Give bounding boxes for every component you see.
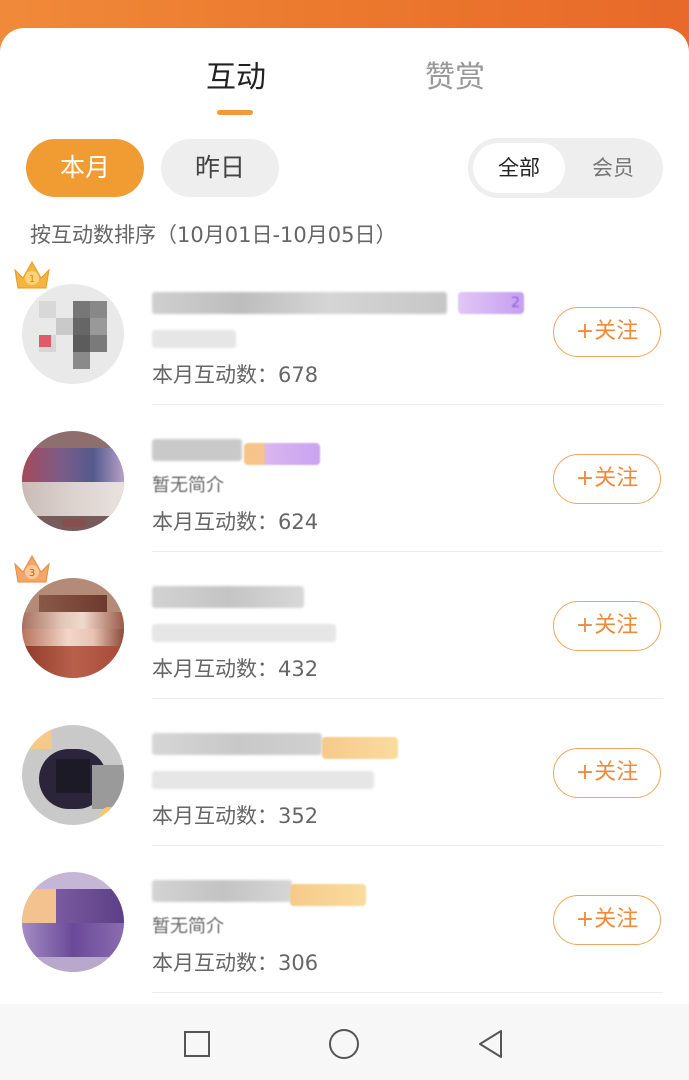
filter-all-button[interactable]: 全部 bbox=[473, 143, 565, 193]
avatar[interactable] bbox=[22, 284, 124, 384]
system-navigation-bar bbox=[0, 1004, 689, 1080]
list-item[interactable]: 1 2 本月互动数：678 +关注 bbox=[0, 258, 689, 405]
nickname-blurred bbox=[152, 439, 242, 461]
tab-interaction[interactable]: 互动 bbox=[206, 58, 266, 98]
interaction-count: 本月互动数：432 bbox=[152, 657, 319, 681]
tab-reward[interactable]: 赞赏 bbox=[425, 58, 485, 98]
interaction-count: 本月互动数：624 bbox=[152, 510, 319, 534]
intro-text: 暂无简介 bbox=[152, 475, 224, 496]
avatar[interactable] bbox=[22, 431, 124, 531]
level-badge bbox=[290, 884, 366, 906]
nickname-blurred bbox=[152, 292, 447, 314]
intro-text: 暂无简介 bbox=[152, 916, 224, 937]
avatar[interactable] bbox=[22, 872, 124, 972]
circle-icon[interactable] bbox=[328, 1028, 360, 1060]
follow-button[interactable]: +关注 bbox=[553, 748, 661, 798]
follow-button[interactable]: +关注 bbox=[553, 454, 661, 504]
level-badge-text: 2 bbox=[511, 295, 520, 311]
nickname-blurred bbox=[152, 586, 304, 608]
list-item[interactable]: 3 本月互动数：432 +关注 bbox=[0, 552, 689, 699]
follow-button[interactable]: +关注 bbox=[553, 895, 661, 945]
member-filter-segment: 全部 会员 bbox=[468, 138, 663, 198]
list-item[interactable]: 本月互动数：352 +关注 bbox=[0, 699, 689, 846]
filter-member-button[interactable]: 会员 bbox=[568, 143, 658, 193]
avatar[interactable] bbox=[22, 725, 124, 825]
rank-number: 3 bbox=[29, 568, 35, 579]
level-badge bbox=[322, 737, 398, 759]
tab-active-indicator bbox=[217, 110, 253, 115]
nickname-blurred bbox=[152, 733, 322, 755]
square-icon[interactable] bbox=[183, 1030, 211, 1058]
row-divider bbox=[152, 992, 663, 993]
interaction-count: 本月互动数：306 bbox=[152, 951, 319, 975]
sort-hint-text: 按互动数排序（10月01日-10月05日） bbox=[30, 223, 397, 247]
period-this-month-button[interactable]: 本月 bbox=[26, 139, 144, 197]
rank-crown-icon: 3 bbox=[14, 554, 50, 583]
list-item[interactable]: 暂无简介 本月互动数：306 +关注 bbox=[0, 846, 689, 993]
intro-blurred bbox=[152, 330, 236, 348]
list-item[interactable]: 暂无简介 本月互动数：624 +关注 bbox=[0, 405, 689, 552]
rank-crown-icon: 1 bbox=[14, 260, 50, 289]
interaction-count: 本月互动数：678 bbox=[152, 363, 319, 387]
level-badge: 2 bbox=[458, 292, 524, 314]
nickname-blurred bbox=[152, 880, 292, 902]
interaction-count: 本月互动数：352 bbox=[152, 804, 319, 828]
follow-button[interactable]: +关注 bbox=[553, 601, 661, 651]
period-yesterday-button[interactable]: 昨日 bbox=[161, 139, 279, 197]
follow-button[interactable]: +关注 bbox=[553, 307, 661, 357]
intro-blurred bbox=[152, 771, 374, 789]
level-badge bbox=[244, 443, 320, 465]
triangle-back-icon[interactable] bbox=[476, 1028, 504, 1060]
intro-blurred bbox=[152, 624, 336, 642]
avatar[interactable] bbox=[22, 578, 124, 678]
rank-number: 1 bbox=[29, 274, 35, 285]
